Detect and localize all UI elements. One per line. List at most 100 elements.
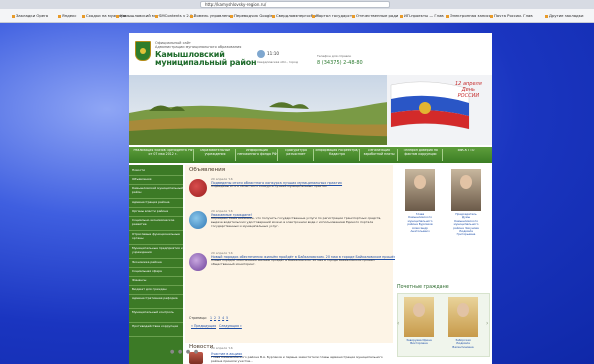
site-header: Официальный сайт Администрации муниципал… [129, 33, 492, 75]
main-content: Объявления 20 апреля '16 Подведены итоги … [185, 165, 446, 364]
topnav-item[interactable]: Информация пенсионного фонда РФ [237, 149, 277, 161]
bookmark-item[interactable]: Яндекс [58, 13, 76, 18]
official-name[interactable]: Председатель Думы Камышловского муниципа… [451, 212, 481, 237]
bookmark-item[interactable]: Отечественные ради [352, 13, 398, 18]
official-name[interactable]: Глава Камышловского муниципального район… [405, 212, 435, 233]
ad-item: 20 апреля '16 Подведены итоги областного … [189, 177, 389, 199]
bookmark-item[interactable]: Почта России. Глав [490, 13, 533, 18]
sidebar-item[interactable]: Бюджет для граждан [129, 286, 183, 295]
honored-citizen-name[interactable]: Заворуева Ирина Викторовна [404, 338, 434, 346]
sidebar-item[interactable]: Администрация района [129, 199, 183, 208]
bookmark-item[interactable]: Переводчик Google [230, 13, 273, 18]
left-sidebar-menu: Новости Объявления Камышловский муниципаль… [129, 165, 183, 364]
browser-window: http://kamyshlovsky-region.ru/ Закладки … [0, 0, 594, 364]
holiday-stamp: 12 апреля День РОССИИ [455, 81, 482, 99]
city-label: Свердловская обл., город [257, 60, 298, 64]
sidebar-item[interactable]: Противодействие коррупции [129, 323, 183, 337]
prev-page-link[interactable]: « Предыдущая [191, 324, 216, 328]
pagination: Страницы: 12345 [189, 316, 228, 320]
topnav-divider [359, 149, 360, 161]
carousel-next-icon[interactable]: › [486, 320, 488, 327]
bookmark-item[interactable]: Камышловский муг [116, 13, 159, 18]
sidebar-item[interactable]: Органы власти района [129, 208, 183, 217]
news-date: 20 апреля '16 [211, 346, 233, 350]
sidebar-item[interactable]: Социально-экономическое развитие [129, 217, 183, 231]
sidebar-item[interactable]: Камышловский муниципальный район [129, 185, 183, 199]
honor-section-title: Почетные граждане [397, 285, 449, 290]
topnav-divider [277, 149, 278, 161]
topnav-item[interactable]: Телефон доверия по фактам коррупции [399, 149, 442, 161]
honored-citizen-photo[interactable] [404, 297, 434, 337]
sidebar-item[interactable]: Социальная сфера [129, 268, 183, 277]
news-item: 20 апреля '16 Участие в акциях Глава Камыш… [189, 346, 389, 364]
browser-tab-bar: http://kamyshlovsky-region.ru/ [0, 0, 594, 9]
carousel-prev-icon[interactable]: ‹ [397, 320, 399, 327]
bookmark-item[interactable]: Другие закладки [545, 13, 583, 18]
weather-icon [257, 50, 265, 58]
site-title[interactable]: Камышловский муниципальный район [155, 51, 257, 67]
pagination-label: Страницы: [189, 316, 207, 320]
official-photo[interactable] [451, 169, 481, 211]
page-link[interactable]: 4 [222, 316, 224, 320]
bookmark-item[interactable]: Закладки Opera [12, 13, 48, 18]
topnav-divider [397, 149, 398, 161]
top-navigation: Реализация Указов Президента РФ от 07 ма… [129, 147, 492, 163]
landscape-banner-image [129, 75, 492, 145]
bookmark-item[interactable]: Гомель управления [190, 13, 233, 18]
ad-thumbnail[interactable] [189, 179, 207, 197]
ad-item: 20 апреля '16 Новый порядок обеспечения ж… [189, 251, 446, 273]
topnav-item[interactable]: Реализация Указов Президента РФ от 07 ма… [133, 149, 193, 161]
ad-item: 20 апреля '16 Уважаемые граждане! Обращаем… [189, 209, 389, 231]
bookmark-item[interactable]: ИП-проекты — Глав [400, 13, 444, 18]
address-bar[interactable]: http://kamyshlovsky-region.ru/ [200, 1, 390, 8]
phone-number: 8 (34375) 2-48-80 [317, 60, 363, 66]
right-column: Глава Камышловского муниципального район… [395, 165, 492, 364]
topnav-item[interactable]: Прокуратура разъясняет [279, 149, 313, 161]
clock-time: 11:10 [267, 51, 280, 56]
sidebar-item[interactable]: Муниципальные предприятия и учреждения [129, 245, 183, 259]
coat-of-arms-icon[interactable] [135, 41, 151, 61]
sidebar-item[interactable]: Муниципальный контроль [129, 309, 183, 323]
ad-thumbnail[interactable] [189, 211, 207, 229]
honored-citizen-photo[interactable] [448, 297, 478, 337]
bookmark-item[interactable]: Электронная запись [446, 13, 491, 18]
topnav-divider [313, 149, 314, 161]
topnav-item[interactable]: Легализация заработной платы [361, 149, 397, 161]
sidebar-item[interactable]: Финансы [129, 277, 183, 286]
ad-text: Подведены итоги областного конкурса лучш… [211, 185, 327, 188]
topnav-divider [442, 149, 443, 161]
topnav-divider [235, 149, 236, 161]
next-page-link[interactable]: Следующая » [219, 324, 242, 328]
header-banner: 12 апреля День РОССИИ [129, 75, 492, 145]
administration-label: Администрации муниципального образования [155, 45, 242, 49]
holiday-stamp-country: РОССИИ [457, 93, 480, 99]
page-link[interactable]: 5 [226, 316, 228, 320]
phone-label: Телефон для справок [317, 54, 352, 58]
site-title-line2: муниципальный район [155, 58, 257, 67]
carousel-dots-icon[interactable]: ● ● ● ● [170, 349, 199, 355]
topnav-item[interactable]: Образовательные учреждения [195, 149, 235, 161]
page-link[interactable]: 3 [218, 316, 220, 320]
bookmark-item[interactable]: Портал государств [312, 13, 354, 18]
pagination-nav: « Предыдущая Следующая » [189, 324, 242, 328]
official-photo[interactable] [405, 169, 435, 211]
ads-section-title: Объявления [189, 167, 226, 173]
news-text: Глава Камышловского района В.А. Бурлаков… [211, 356, 383, 363]
web-page: Официальный сайт Администрации муниципал… [129, 33, 492, 364]
topnav-item[interactable]: Информация Росреестра/Кадастра [315, 149, 359, 161]
page-link[interactable]: 2 [214, 316, 216, 320]
news-section: Новости 20 апреля '16 Участие в акциях Гла… [185, 343, 393, 364]
topnav-divider [193, 149, 194, 161]
topnav-item[interactable]: ВФСК ГТО [444, 149, 488, 161]
page-link[interactable]: 1 [210, 316, 212, 320]
sidebar-item[interactable]: Объявления [129, 176, 183, 185]
ad-thumbnail[interactable] [189, 253, 207, 271]
sidebar-item[interactable]: Новости [129, 167, 183, 176]
sidebar-item[interactable]: Административная реформа [129, 295, 183, 309]
honor-carousel: Заворуева Ирина Викторовна Заборская Людм… [397, 293, 490, 357]
sidebar-item[interactable]: Отраслевые функциональные органы [129, 231, 183, 245]
sidebar-item[interactable]: Экономика района [129, 259, 183, 268]
ad-text: Обращаем Ваше внимание, что получить гос… [211, 217, 382, 228]
bookmarks-bar: Закладки Opera Яндекс Сходки на мужскую Кам… [0, 9, 594, 23]
honored-citizen-name[interactable]: Заборская Людмила Валентиновна [448, 338, 478, 349]
